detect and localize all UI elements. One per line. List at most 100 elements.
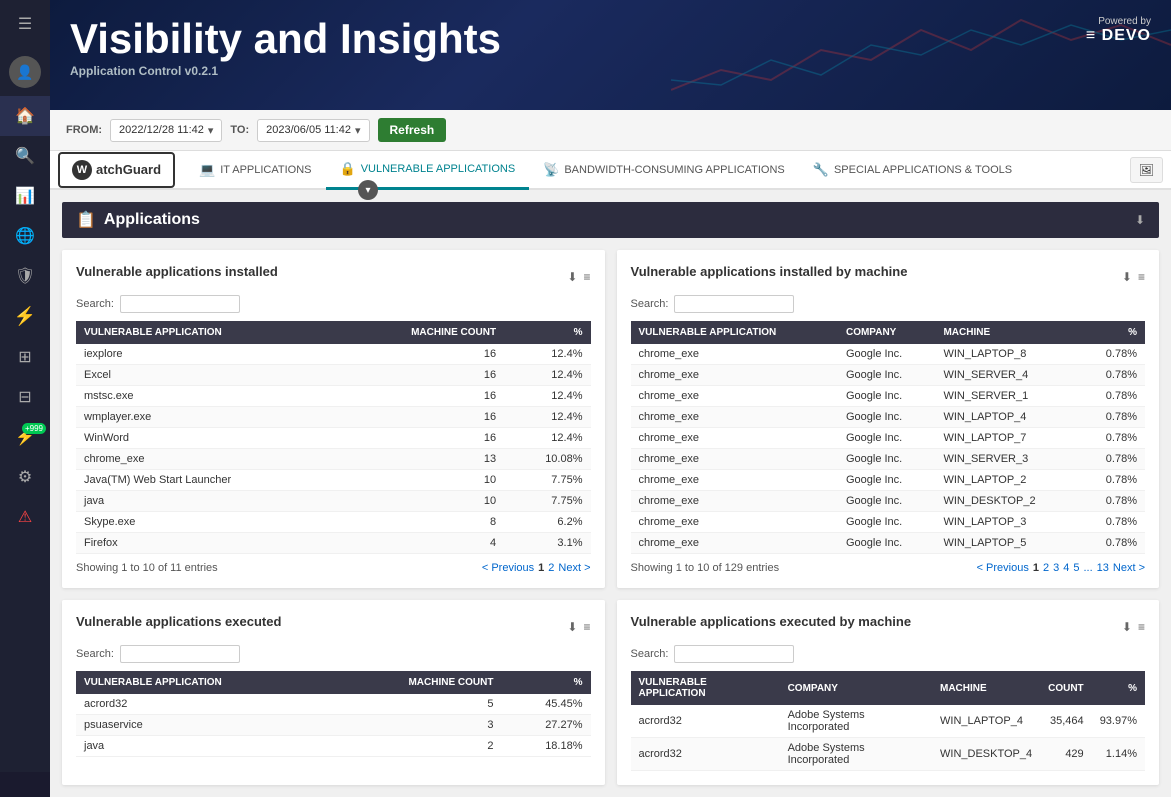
card1-page-2[interactable]: 2 (548, 562, 554, 574)
sidebar-item-settings[interactable]: ⚙ (0, 457, 50, 497)
bolt-badge: +999 (22, 423, 46, 434)
page-header: Powered by ≡ DEVO Visibility and Insight… (50, 0, 1171, 110)
export-button[interactable]: 🖼 (1130, 157, 1163, 183)
pct-cell: 0.78% (1081, 428, 1145, 449)
sidebar-item-apps[interactable]: ⊟ (0, 377, 50, 417)
sidebar-item-shield[interactable]: 🛡 (0, 256, 50, 296)
card2-page-3[interactable]: 3 (1053, 562, 1059, 574)
card4-download-icon[interactable] (1122, 620, 1132, 634)
card1-title: Vulnerable applications installed (76, 264, 278, 279)
card1-page-1[interactable]: 1 (538, 562, 544, 574)
app-cell: acrord32 (76, 694, 333, 715)
tab-watchguard[interactable]: W atchGuard (58, 152, 175, 188)
card4-title: Vulnerable applications executed by mach… (631, 614, 912, 629)
section-download-button[interactable] (1135, 213, 1145, 227)
app-cell: chrome_exe (631, 491, 838, 512)
sidebar-item-grid[interactable]: ⊞ (0, 337, 50, 377)
table-row: java107.75% (76, 491, 591, 512)
sidebar-item-search[interactable]: 🔍 (0, 136, 50, 176)
card3-search-input[interactable] (120, 645, 240, 663)
machine-cell: WIN_DESKTOP_2 (935, 491, 1081, 512)
company-cell: Google Inc. (838, 428, 935, 449)
app-cell: psuaservice (76, 715, 333, 736)
from-date-caret: ▾ (208, 124, 214, 137)
app-cell: chrome_exe (631, 470, 838, 491)
table-row: iexplore1612.4% (76, 344, 591, 365)
to-date-picker[interactable]: 2023/06/05 11:42 ▾ (257, 119, 369, 142)
count-cell: 2 (333, 736, 502, 757)
machine-cell: WIN_LAPTOP_3 (935, 512, 1081, 533)
card1-search-input[interactable] (120, 295, 240, 313)
card1-download-icon[interactable] (567, 270, 577, 284)
card2-menu-icon[interactable] (1138, 270, 1145, 284)
sidebar-item-home[interactable]: 🏠 (0, 96, 50, 136)
pct-cell: 0.78% (1081, 449, 1145, 470)
pct-cell: 18.18% (501, 736, 590, 757)
section-icon: 📋 (76, 210, 96, 230)
count-cell: 4 (340, 533, 504, 554)
card2-page-1[interactable]: 1 (1033, 562, 1039, 574)
table-row: Java(TM) Web Start Launcher107.75% (76, 470, 591, 491)
tab-it-icon: 💻 (199, 162, 215, 178)
card2-page-5[interactable]: 5 (1073, 562, 1079, 574)
from-date-picker[interactable]: 2022/12/28 11:42 ▾ (110, 119, 222, 142)
sidebar-item-filter[interactable]: ⚡ (0, 296, 50, 337)
card3-menu-icon[interactable] (583, 620, 590, 634)
company-cell: Google Inc. (838, 470, 935, 491)
card2-prev-link[interactable]: < Previous (977, 562, 1029, 574)
card2-search-label: Search: (631, 298, 669, 310)
card2-next-link[interactable]: Next > (1113, 562, 1145, 574)
card2-download-icon[interactable] (1122, 270, 1132, 284)
machine-cell: WIN_SERVER_4 (935, 365, 1081, 386)
card2-search-input[interactable] (674, 295, 794, 313)
company-cell: Google Inc. (838, 386, 935, 407)
card3-download-icon[interactable] (567, 620, 577, 634)
card3-title: Vulnerable applications executed (76, 614, 281, 629)
tab-vulnerable-applications[interactable]: 🔒 VULNERABLE APPLICATIONS (326, 151, 530, 190)
powered-by: Powered by ≡ DEVO (1086, 16, 1151, 45)
app-cell: WinWord (76, 428, 340, 449)
watchguard-label: atchGuard (96, 162, 161, 177)
to-label: TO: (230, 124, 249, 136)
card1-showing: Showing 1 to 10 of 11 entries (76, 562, 218, 574)
from-date-value: 2022/12/28 11:42 (119, 124, 204, 136)
hamburger-menu[interactable]: ☰ (18, 0, 32, 48)
table-row: acrord32Adobe Systems IncorporatedWIN_DE… (631, 738, 1146, 771)
card4-search-input[interactable] (674, 645, 794, 663)
card2-page-2[interactable]: 2 (1043, 562, 1049, 574)
card2-page-4[interactable]: 4 (1063, 562, 1069, 574)
tab-it-applications[interactable]: 💻 IT APPLICATIONS (185, 152, 325, 188)
machine-cell: WIN_LAPTOP_8 (935, 344, 1081, 365)
table-row: mstsc.exe1612.4% (76, 386, 591, 407)
card4-menu-icon[interactable] (1138, 620, 1145, 634)
card1-prev-link[interactable]: < Previous (482, 562, 534, 574)
app-cell: chrome_exe (631, 386, 838, 407)
pct-cell: 27.27% (501, 715, 590, 736)
card2-page-13[interactable]: 13 (1097, 562, 1109, 574)
tab-bandwidth[interactable]: 📡 BANDWIDTH-CONSUMING APPLICATIONS (529, 152, 799, 188)
card-vuln-executed-by-machine: Vulnerable applications executed by mach… (617, 600, 1160, 785)
sidebar-item-alert[interactable]: ⚠ (0, 497, 50, 537)
main-tabs: W atchGuard 💻 IT APPLICATIONS 🔒 VULNERAB… (50, 151, 1171, 190)
table-row: WinWord1612.4% (76, 428, 591, 449)
tab-it-label: IT APPLICATIONS (220, 164, 311, 176)
sidebar-item-bolt[interactable]: ⚡ +999 (0, 417, 50, 457)
user-avatar[interactable]: 👤 (9, 56, 41, 88)
tab-bandwidth-icon: 📡 (543, 162, 559, 178)
card1-next-link[interactable]: Next > (558, 562, 590, 574)
pct-cell: 10.08% (504, 449, 590, 470)
card3-header: Vulnerable applications executed (76, 614, 591, 639)
tab-special-tools[interactable]: 🔧 SPECIAL APPLICATIONS & TOOLS (799, 152, 1026, 188)
card1-menu-icon[interactable] (583, 270, 590, 284)
count-cell: 10 (340, 470, 504, 491)
table-row: chrome_exeGoogle Inc.WIN_LAPTOP_30.78% (631, 512, 1146, 533)
sidebar-item-chart[interactable]: 📊 (0, 176, 50, 216)
refresh-button[interactable]: Refresh (378, 118, 447, 142)
card4-table: VULNERABLE APPLICATION COMPANY MACHINE C… (631, 671, 1146, 771)
count-cell: 10 (340, 491, 504, 512)
card3-col-app: VULNERABLE APPLICATION (76, 671, 333, 694)
sidebar-item-globe[interactable]: 🌐 (0, 216, 50, 256)
card2-col-pct: % (1081, 321, 1145, 344)
pct-cell: 0.78% (1081, 512, 1145, 533)
cards-grid: Vulnerable applications installed Search… (62, 250, 1159, 785)
